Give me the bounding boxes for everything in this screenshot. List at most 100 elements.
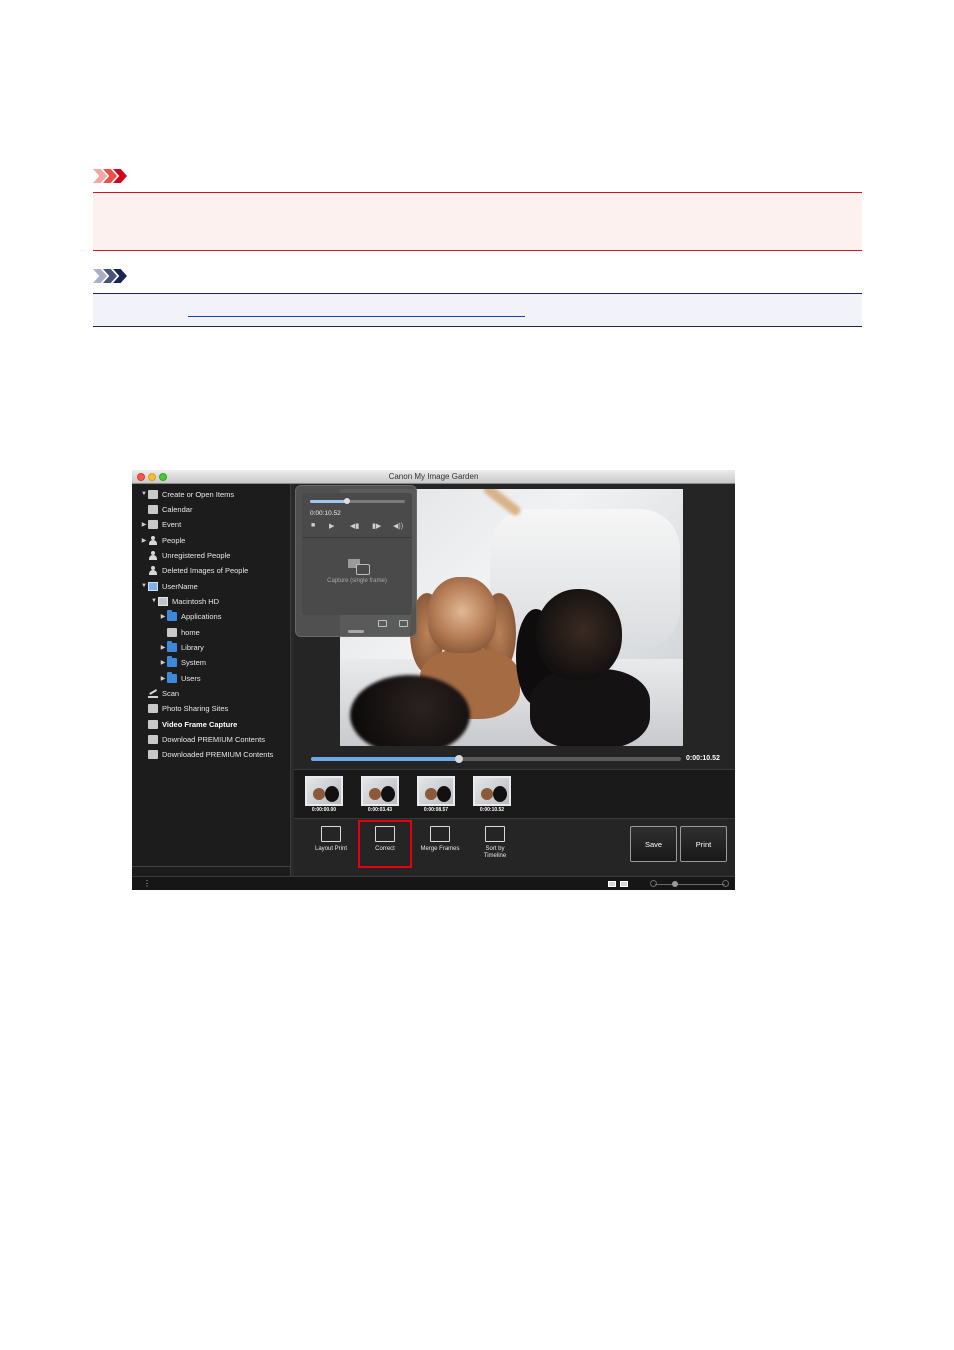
popup-time: 0:00:10.52 — [310, 510, 341, 517]
popup-seek-slider[interactable] — [310, 498, 405, 504]
sidebar-bottom-grip[interactable] — [132, 866, 291, 870]
merge-frames-button[interactable]: Merge Frames — [415, 826, 465, 853]
preview-dog-body — [530, 669, 650, 746]
sidebar-item-label: Library — [181, 642, 204, 652]
sidebar-item-people[interactable]: ▶ People — [140, 534, 185, 546]
sidebar-item-label: Event — [162, 519, 182, 529]
next-frame-icon[interactable]: ▮▶ — [372, 522, 381, 530]
sidebar-item-label: Download PREMIUM Contents — [162, 734, 265, 744]
sidebar-item-label: Calendar — [162, 504, 193, 514]
player-popup: 0:00:10.52 ■ ▶ ◀▮ ▮▶ ◀)) Capture (single… — [295, 485, 417, 637]
previous-frame-icon[interactable]: ◀▮ — [350, 522, 359, 530]
zoom-in-icon[interactable] — [722, 880, 729, 887]
list-view-icon[interactable] — [608, 881, 616, 887]
unregistered-people-icon — [148, 550, 158, 560]
sidebar-item-library[interactable]: ▶ Library — [159, 640, 204, 653]
hard-drive-icon — [158, 596, 168, 606]
sidebar-item-label: UserName — [162, 581, 198, 591]
sidebar-item-video-frame-capture[interactable]: Video Frame Capture — [140, 718, 237, 730]
frame-time: 0:00:03.43 — [367, 807, 393, 813]
seek-bar-knob[interactable] — [455, 755, 463, 763]
seek-time: 0:00:10.52 — [686, 755, 720, 762]
disclosure-open-icon[interactable]: ▼ — [140, 583, 148, 589]
calendar-icon — [148, 504, 158, 514]
sidebar-item-label: Applications — [181, 611, 222, 621]
disclosure-closed-icon[interactable]: ▶ — [159, 675, 167, 682]
frame-time: 0:00:00.00 — [311, 807, 337, 813]
create-items-icon — [148, 489, 158, 499]
disclosure-open-icon[interactable]: ▼ — [150, 598, 158, 604]
thumbnail-view-icon[interactable] — [620, 881, 628, 887]
note-link[interactable] — [188, 305, 525, 317]
layout-print-button[interactable]: Layout Print — [306, 826, 356, 853]
sidebar-item-applications[interactable]: ▶ Applications — [159, 609, 222, 622]
sidebar-item-download-premium-contents[interactable]: Download PREMIUM Contents — [140, 733, 265, 745]
capture-multi-icon[interactable] — [378, 620, 387, 627]
disclosure-closed-icon[interactable]: ▶ — [159, 644, 167, 651]
sidebar-item-label: System — [181, 657, 207, 667]
seek-bar[interactable] — [311, 755, 681, 763]
sidebar-item-label: Photo Sharing Sites — [162, 703, 229, 713]
sidebar-item-label: People — [162, 535, 186, 545]
preview-treat — [481, 489, 523, 518]
popup-seek-knob[interactable] — [344, 498, 350, 504]
correct-highlight-frame — [358, 820, 412, 868]
sort-by-timeline-button[interactable]: Sort by Timeline — [470, 826, 520, 860]
play-icon[interactable]: ▶ — [329, 522, 334, 530]
preview-dog-head — [536, 589, 622, 681]
sidebar-item-downloaded-premium-contents[interactable]: Downloaded PREMIUM Contents — [140, 748, 273, 760]
sidebar-item-deleted-images-of-people[interactable]: Deleted Images of People — [140, 564, 248, 576]
sidebar-item-label: Scan — [162, 688, 180, 698]
merge-frames-label: Merge Frames — [420, 846, 460, 852]
info-icon[interactable]: ⋮ — [143, 879, 151, 888]
frame-thumbnail[interactable]: 0:00:03.43 — [361, 776, 399, 813]
capture-icon[interactable] — [348, 559, 370, 575]
save-button[interactable]: Save — [630, 826, 677, 862]
sidebar-item-label: Unregistered People — [162, 550, 231, 560]
sidebar-item-photo-sharing-sites[interactable]: Photo Sharing Sites — [140, 702, 228, 714]
volume-icon[interactable]: ◀)) — [393, 522, 403, 530]
preview-dog-blurred — [350, 675, 470, 746]
sort-by-label-line2: Timeline — [483, 853, 507, 859]
stop-icon[interactable]: ■ — [311, 522, 315, 529]
frame-thumbnail[interactable]: 0:00:00.00 — [305, 776, 343, 813]
disclosure-open-icon[interactable]: ▼ — [140, 491, 148, 497]
sidebar-item-create-or-open-items[interactable]: ▼ Create or Open Items — [140, 488, 234, 500]
sidebar-item-system[interactable]: ▶ System — [159, 655, 207, 668]
important-chevron-icon — [93, 169, 127, 183]
frame-thumbnail[interactable]: 0:00:10.52 — [473, 776, 511, 813]
seek-bar-fill — [311, 757, 459, 761]
sidebar-item-calendar[interactable]: Calendar — [140, 503, 192, 515]
sidebar-item-username[interactable]: ▼ UserName — [140, 580, 198, 592]
sidebar-item-label: Downloaded PREMIUM Contents — [162, 749, 274, 759]
zoom-slider-knob[interactable] — [672, 881, 678, 887]
sidebar-item-label: Deleted Images of People — [162, 565, 249, 575]
disclosure-closed-icon[interactable]: ▶ — [140, 537, 148, 544]
photo-sharing-icon — [148, 703, 158, 713]
disclosure-closed-icon[interactable]: ▶ — [159, 659, 167, 666]
sidebar-item-scan[interactable]: Scan — [140, 687, 179, 699]
folder-icon — [167, 671, 177, 683]
disclosure-closed-icon[interactable]: ▶ — [159, 613, 167, 620]
video-frame-icon — [148, 719, 158, 729]
window-title: Canon My Image Garden — [388, 472, 479, 481]
deleted-people-icon — [148, 565, 158, 575]
capture-single-frame-label[interactable]: Capture (single frame) — [302, 578, 412, 584]
frame-thumbnail[interactable]: 0:00:08.57 — [417, 776, 455, 813]
capture-single-icon[interactable] — [399, 620, 408, 627]
zoom-slider[interactable] — [655, 884, 725, 885]
frame-time: 0:00:10.52 — [479, 807, 505, 813]
sidebar-item-macintosh-hd[interactable]: ▼ Macintosh HD — [150, 595, 219, 607]
print-button[interactable]: Print — [680, 826, 727, 862]
popup-resize-grip[interactable] — [348, 630, 364, 633]
merge-frames-icon — [430, 826, 450, 842]
disclosure-closed-icon[interactable]: ▶ — [140, 521, 148, 528]
sidebar-item-users[interactable]: ▶ Users — [159, 671, 201, 684]
layout-print-label: Layout Print — [314, 846, 348, 852]
scan-icon — [148, 689, 158, 698]
sidebar-item-home[interactable]: home — [159, 626, 200, 638]
sidebar-item-event[interactable]: ▶ Event — [140, 518, 181, 530]
frame-thumbnail-image — [417, 776, 455, 806]
frame-thumbnail-image — [361, 776, 399, 806]
sidebar-item-unregistered-people[interactable]: Unregistered People — [140, 549, 230, 561]
